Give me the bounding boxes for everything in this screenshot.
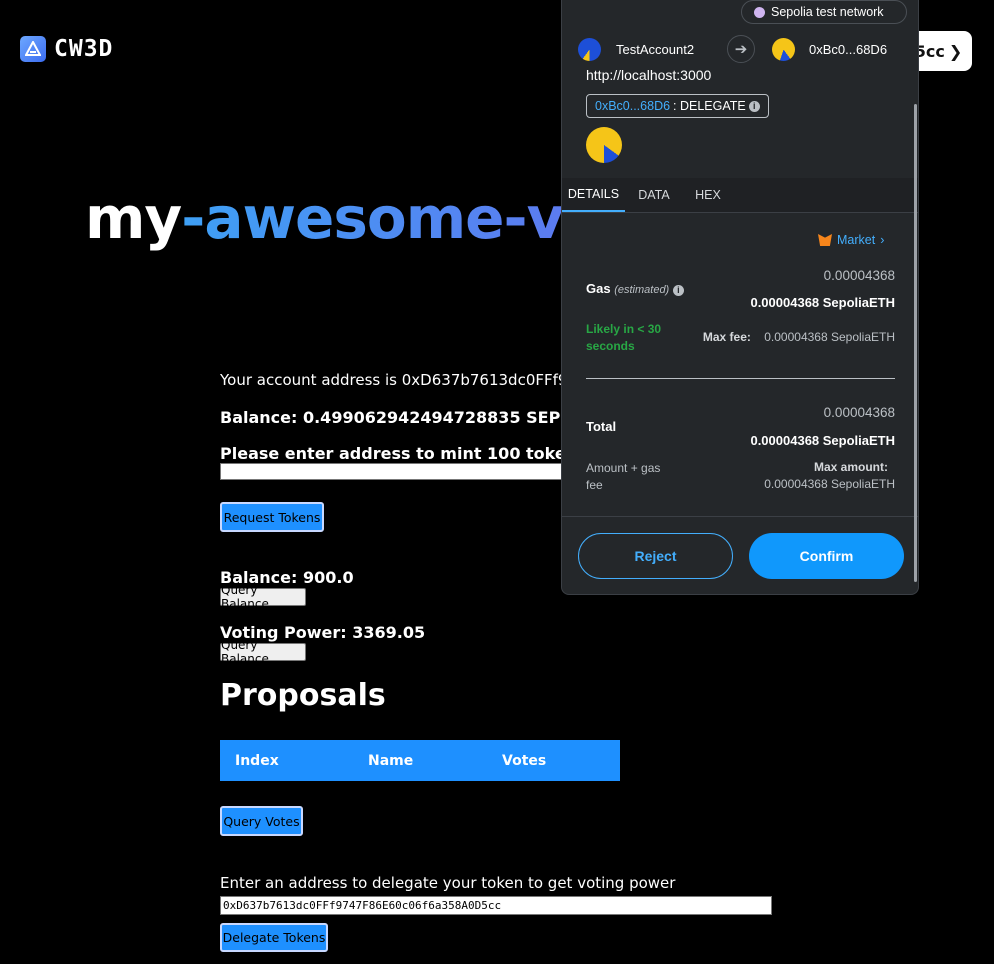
to-account-address[interactable]: 0xBc0...68D6 xyxy=(809,42,887,57)
column-header-votes: Votes xyxy=(502,752,547,769)
gas-label-row: Gas (estimated) i xyxy=(586,281,684,296)
tabs-bar: DETAILS DATA HEX xyxy=(562,178,918,213)
amount-gas-line-1: Amount + gas xyxy=(586,461,661,475)
network-name: Sepolia test network xyxy=(771,5,884,19)
delegate-address-input[interactable]: 0xD637b7613dc0FFf9747F86E60c06f6a358A0D5… xyxy=(220,896,772,915)
tab-details[interactable]: DETAILS xyxy=(562,178,625,212)
proposals-title: Proposals xyxy=(220,678,386,713)
logo-text: CW3D xyxy=(54,36,114,62)
account-pill-label: 5cc xyxy=(914,41,945,61)
tab-data[interactable]: DATA xyxy=(630,178,678,212)
origin-url: http://localhost:3000 xyxy=(586,67,712,83)
proposals-table-header: Index Name Votes xyxy=(220,740,620,781)
market-label: Market xyxy=(837,233,876,247)
to-account-avatar xyxy=(772,38,795,61)
logo-mark-icon xyxy=(20,36,46,62)
account-address-text: Your account address is 0xD637b7613dc0FF… xyxy=(220,371,577,389)
hero-title: my-awesome-v xyxy=(85,184,564,252)
app-logo[interactable]: CW3D xyxy=(20,36,113,62)
amount-gas-line-2: fee xyxy=(586,478,603,492)
max-fee-value: 0.00004368 SepoliaETH xyxy=(764,330,895,344)
total-label: Total xyxy=(586,419,617,434)
hero-title-gradient: -awesome-v xyxy=(181,184,564,252)
total-fiat: 0.00004368 xyxy=(823,405,895,420)
column-header-index: Index xyxy=(235,752,279,769)
network-dot-icon xyxy=(754,6,765,18)
max-amount-label: Max amount: xyxy=(813,460,888,474)
max-amount-value: 0.00004368 SepoliaETH xyxy=(764,477,895,491)
confirm-button[interactable]: Confirm xyxy=(749,533,904,579)
from-account-avatar xyxy=(578,38,601,61)
arrow-right-icon: ➔ xyxy=(727,35,755,63)
speed-line-2: seconds xyxy=(586,339,635,353)
tab-hex[interactable]: HEX xyxy=(686,178,730,212)
query-balance-button[interactable]: Query Balance xyxy=(220,583,306,611)
column-header-name: Name xyxy=(368,752,414,769)
footer-separator xyxy=(562,516,918,517)
gas-label: Gas xyxy=(586,281,611,296)
mint-label: Please enter address to mint 100 tokens: xyxy=(220,444,594,463)
max-fee-label: Max fee: xyxy=(702,330,751,344)
market-link[interactable]: Market › xyxy=(818,233,884,247)
method-tag: 0xBc0...68D6 : DELEGATE i xyxy=(586,94,769,118)
method-name: : DELEGATE xyxy=(673,99,746,113)
speed-line-1: Likely in < 30 xyxy=(586,322,662,336)
amount-gas-fee-label: Amount + gas fee xyxy=(586,460,660,494)
delegate-tokens-button[interactable]: Delegate Tokens xyxy=(220,923,328,952)
gas-estimated: (estimated) xyxy=(614,284,670,296)
max-fee-row: Max fee: 0.00004368 SepoliaETH xyxy=(703,330,895,344)
reject-button[interactable]: Reject xyxy=(578,533,733,579)
sep-balance: Balance: 0.499062942494728835 SEP xyxy=(220,408,561,427)
request-tokens-button[interactable]: Request Tokens xyxy=(220,502,324,532)
speed-estimate: Likely in < 30 seconds xyxy=(586,321,661,355)
delegate-label: Enter an address to delegate your token … xyxy=(220,874,676,892)
gas-amount: 0.00004368 SepoliaETH xyxy=(750,295,895,310)
method-address[interactable]: 0xBc0...68D6 xyxy=(595,99,670,113)
account-transfer-bar: TestAccount2 ➔ 0xBc0...68D6 xyxy=(562,32,918,68)
gas-fiat: 0.00004368 xyxy=(823,268,895,283)
metamask-popup: Sepolia test network TestAccount2 ➔ 0xBc… xyxy=(561,0,919,595)
details-separator xyxy=(586,378,895,379)
scrollbar[interactable] xyxy=(914,104,917,582)
chevron-right-icon: › xyxy=(880,233,885,247)
network-pill[interactable]: Sepolia test network xyxy=(741,0,907,24)
hero-title-white: my xyxy=(85,184,182,252)
contract-avatar xyxy=(586,127,622,163)
metamask-fox-icon xyxy=(818,234,832,246)
query-votes-button[interactable]: Query Votes xyxy=(220,806,303,836)
gas-info-icon[interactable]: i xyxy=(672,284,684,296)
total-amount: 0.00004368 SepoliaETH xyxy=(750,433,895,448)
query-voting-power-button[interactable]: Query Balance xyxy=(220,638,306,666)
chevron-down-icon: ❯ xyxy=(948,41,963,61)
info-icon[interactable]: i xyxy=(748,100,760,112)
from-account-name: TestAccount2 xyxy=(616,42,695,57)
